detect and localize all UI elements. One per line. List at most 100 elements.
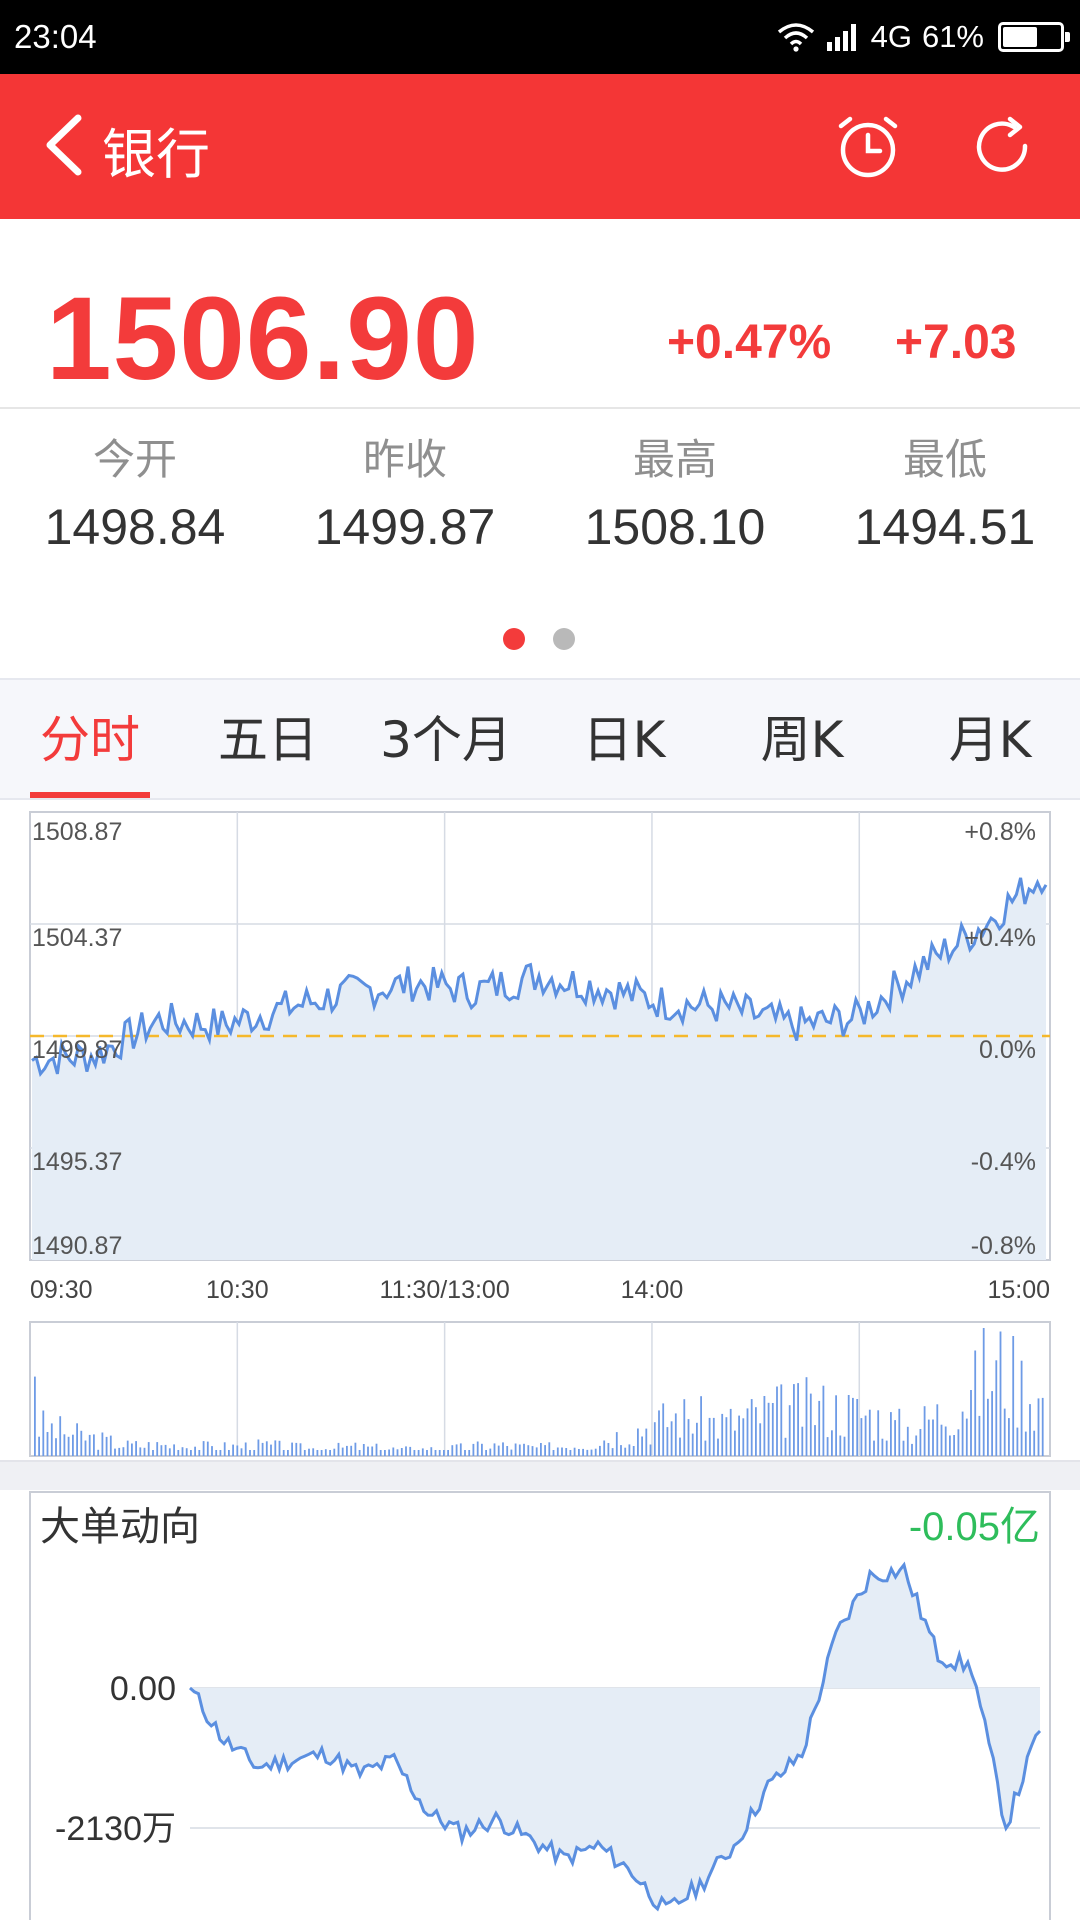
volume-bar <box>122 1447 125 1456</box>
volume-bar <box>34 1376 36 1456</box>
volume-bar <box>185 1448 188 1456</box>
volume-bar <box>607 1443 610 1456</box>
volume-bar <box>278 1440 281 1456</box>
volume-bar <box>961 1411 964 1456</box>
volume-bar <box>839 1435 842 1456</box>
tab-daily-k[interactable]: 日K <box>534 680 714 800</box>
volume-bar <box>240 1448 243 1456</box>
percent-axis-label: 0.0% <box>979 1036 1036 1064</box>
volume-bar <box>881 1438 884 1456</box>
volume-bar <box>447 1450 449 1456</box>
volume-bar <box>932 1419 934 1456</box>
time-axis-label: 10:30 <box>206 1276 269 1304</box>
volume-bar <box>919 1429 922 1456</box>
volume-bar <box>902 1440 905 1456</box>
page-dot-2[interactable] <box>553 628 575 650</box>
change-value: +7.03 <box>895 316 1017 369</box>
volume-bar <box>915 1435 918 1456</box>
intraday-chart-area: 1508.87 1504.37 1499.87 1495.37 1490.87 +0.8… <box>0 800 1080 1460</box>
volume-bar <box>464 1450 466 1456</box>
volume-bar <box>637 1428 639 1456</box>
volume-bar <box>476 1441 479 1456</box>
tab-three-month[interactable]: 3个月 <box>356 680 536 800</box>
volume-bar <box>1037 1398 1040 1456</box>
volume-bar <box>329 1450 331 1456</box>
battery-icon <box>998 22 1070 52</box>
stat-prev-close: 昨收 1499.87 <box>270 430 540 556</box>
volume-bar <box>114 1448 116 1456</box>
volume-bar <box>923 1406 926 1456</box>
volume-bar <box>367 1446 369 1456</box>
volume-bar <box>46 1432 49 1456</box>
volume-bar <box>641 1436 643 1456</box>
volume-bar <box>793 1384 795 1456</box>
volume-bar <box>911 1443 913 1456</box>
volume-bar <box>358 1450 361 1456</box>
volume-bar <box>160 1445 163 1456</box>
volume-bar <box>780 1384 783 1456</box>
volume-bar <box>771 1403 774 1456</box>
volume-bar <box>434 1450 437 1456</box>
volume-bar <box>527 1445 530 1456</box>
volume-bar <box>750 1399 753 1456</box>
volume-bar <box>1020 1360 1023 1456</box>
volume-bar <box>936 1404 939 1456</box>
volume-bar <box>700 1396 702 1456</box>
stat-value: 1499.87 <box>314 499 496 555</box>
volume-bar <box>375 1443 378 1456</box>
volume-bar <box>219 1450 222 1456</box>
volume-bar <box>953 1435 955 1456</box>
status-bar: 23:04 4G 61% <box>0 0 1080 74</box>
stat-value: 1498.84 <box>44 499 226 555</box>
volume-bar <box>152 1450 154 1456</box>
intraday-chart[interactable]: 1508.87 1504.37 1499.87 1495.37 1490.87 +0.8… <box>0 800 1080 1460</box>
volume-bar <box>63 1434 66 1456</box>
tab-monthly-k[interactable]: 月K <box>900 680 1080 800</box>
volume-bar <box>76 1423 78 1456</box>
volume-bar <box>611 1448 614 1456</box>
volume-bar <box>624 1447 627 1456</box>
refresh-icon[interactable] <box>970 116 1034 180</box>
stat-low: 最低 1494.51 <box>810 430 1080 556</box>
volume-bar <box>202 1441 205 1456</box>
volume-bar <box>316 1450 319 1456</box>
volume-bar <box>228 1450 230 1456</box>
price-axis-label: 1504.37 <box>32 924 122 952</box>
volume-bar <box>548 1442 551 1456</box>
tab-weekly-k[interactable]: 周K <box>712 680 892 800</box>
volume-bar <box>308 1448 310 1456</box>
volume-bar <box>860 1418 863 1456</box>
big-order-chart[interactable]: 大单动向 -0.05亿 0.00 -2130万 <box>0 1490 1080 1924</box>
alarm-clock-icon[interactable] <box>835 114 901 180</box>
volume-bar <box>265 1441 268 1456</box>
volume-bar <box>940 1424 943 1456</box>
volume-bar <box>341 1447 344 1456</box>
quote-stats: 今开 1498.84 昨收 1499.87 最高 1508.10 最低 1494… <box>0 430 1080 580</box>
tab-five-day[interactable]: 五日 <box>178 680 358 800</box>
volume-bar <box>725 1417 728 1456</box>
volume-bar <box>131 1443 133 1456</box>
volume-bar <box>540 1443 542 1456</box>
volume-bar <box>556 1447 559 1456</box>
volume-bar <box>957 1429 960 1456</box>
volume-bar <box>291 1442 293 1456</box>
volume-bar <box>337 1442 340 1456</box>
back-arrow-icon[interactable] <box>40 112 90 178</box>
volume-bar <box>868 1409 871 1456</box>
volume-bar <box>826 1437 829 1456</box>
time-axis-label: 09:30 <box>30 1276 93 1304</box>
volume-bar <box>350 1445 353 1456</box>
volume-bar <box>105 1436 108 1456</box>
stat-value: 1508.10 <box>584 499 766 555</box>
volume-bar <box>215 1450 218 1456</box>
current-price: 1506.90 <box>46 273 480 405</box>
tab-intraday[interactable]: 分时 <box>0 680 180 800</box>
volume-bar <box>843 1436 846 1456</box>
volume-bar <box>38 1436 40 1456</box>
stat-label: 最低 <box>902 435 987 484</box>
volume-bar <box>506 1446 509 1456</box>
stat-label: 最高 <box>632 435 717 484</box>
volume-bar <box>586 1449 589 1456</box>
page-dot-1[interactable] <box>503 628 525 650</box>
volume-bar <box>679 1437 681 1456</box>
